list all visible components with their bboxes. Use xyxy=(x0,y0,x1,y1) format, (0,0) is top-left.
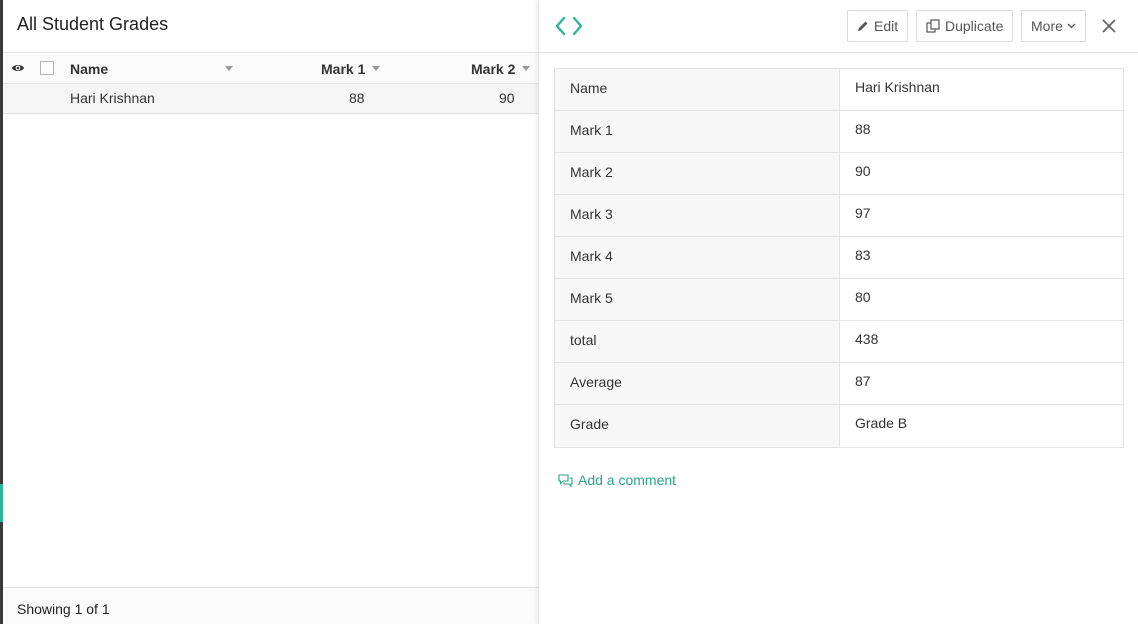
field-label: Mark 1 xyxy=(555,111,840,152)
field-value: Hari Krishnan xyxy=(855,79,940,95)
list-footer: Showing 1 of 1 xyxy=(3,587,538,624)
list-panel: All Student Grades Name Mark 1 Mark 2 Ha… xyxy=(3,0,538,624)
field-label: Mark 2 xyxy=(555,153,840,194)
sort-caret-icon[interactable] xyxy=(372,66,380,71)
detail-row: Average 87 xyxy=(555,363,1123,405)
detail-row: Mark 5 80 xyxy=(555,279,1123,321)
field-value: 87 xyxy=(855,373,871,389)
more-button[interactable]: More xyxy=(1021,10,1086,42)
select-all-checkbox[interactable] xyxy=(40,61,54,75)
pencil-icon xyxy=(858,21,868,31)
add-comment-label: Add a comment xyxy=(578,472,677,488)
field-label: Grade xyxy=(555,405,840,447)
comment-icon xyxy=(558,473,573,487)
detail-toolbar: Edit Duplicate More xyxy=(539,0,1138,53)
sort-caret-icon[interactable] xyxy=(522,66,530,71)
detail-row: Grade Grade B xyxy=(555,405,1123,447)
detail-row: Mark 1 88 xyxy=(555,111,1123,153)
field-value: 97 xyxy=(855,205,871,221)
table-row[interactable]: Hari Krishnan 88 90 xyxy=(3,84,538,114)
detail-row: Mark 3 97 xyxy=(555,195,1123,237)
chevron-down-icon xyxy=(1067,23,1076,29)
field-label: total xyxy=(555,321,840,362)
field-value: 83 xyxy=(855,247,871,263)
edit-button[interactable]: Edit xyxy=(847,10,909,42)
field-label: Name xyxy=(555,69,840,110)
field-value: 88 xyxy=(855,121,871,137)
field-label: Mark 4 xyxy=(555,237,840,278)
detail-table: Name Hari Krishnan Mark 1 88 Mark 2 90 M… xyxy=(554,68,1124,448)
field-value: 90 xyxy=(855,163,871,179)
page-title: All Student Grades xyxy=(17,14,169,34)
detail-panel: Edit Duplicate More Name Hari Krishnan M… xyxy=(538,0,1138,624)
field-value: 80 xyxy=(855,289,871,305)
eye-icon[interactable] xyxy=(11,62,25,74)
field-label: Mark 5 xyxy=(555,279,840,320)
field-label: Average xyxy=(555,363,840,404)
list-header: Name Mark 1 Mark 2 xyxy=(3,52,538,84)
duplicate-label: Duplicate xyxy=(945,18,1004,34)
add-comment-link[interactable]: Add a comment xyxy=(558,472,676,488)
edit-label: Edit xyxy=(874,18,899,34)
sort-caret-icon[interactable] xyxy=(225,66,233,71)
column-header-mark1[interactable]: Mark 1 xyxy=(321,61,365,77)
duplicate-button[interactable]: Duplicate xyxy=(916,10,1014,42)
column-header-name[interactable]: Name xyxy=(70,61,108,77)
close-icon[interactable] xyxy=(1101,18,1117,34)
field-value: Grade B xyxy=(855,415,908,431)
column-header-mark2[interactable]: Mark 2 xyxy=(471,61,515,77)
cell-mark2: 90 xyxy=(499,90,515,106)
code-icon[interactable] xyxy=(555,15,583,37)
record-count: Showing 1 of 1 xyxy=(17,601,110,617)
cell-name: Hari Krishnan xyxy=(70,90,155,106)
detail-row: Mark 4 83 xyxy=(555,237,1123,279)
detail-row: Name Hari Krishnan xyxy=(555,69,1123,111)
field-label: Mark 3 xyxy=(555,195,840,236)
detail-row: total 438 xyxy=(555,321,1123,363)
more-label: More xyxy=(1031,18,1063,34)
field-value: 438 xyxy=(855,331,879,347)
detail-row: Mark 2 90 xyxy=(555,153,1123,195)
cell-mark1: 88 xyxy=(349,90,365,106)
duplicate-icon xyxy=(926,19,940,33)
